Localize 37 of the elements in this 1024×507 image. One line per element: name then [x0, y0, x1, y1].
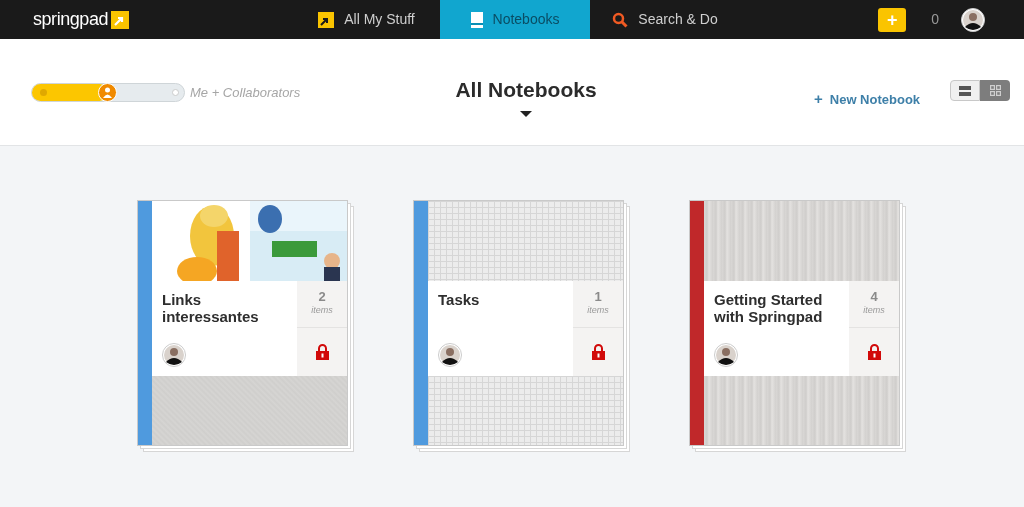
- notebook-title: Getting Started with Springpad: [714, 291, 824, 325]
- new-notebook-link[interactable]: + New Notebook: [814, 88, 921, 111]
- view-toggle-button[interactable]: [980, 80, 1011, 101]
- avatar-icon: [714, 343, 738, 367]
- search-icon: [612, 11, 629, 28]
- notification-count[interactable]: 0: [931, 9, 939, 30]
- list-view-icon: [959, 85, 972, 96]
- item-count: 2: [318, 290, 326, 305]
- arrow-square-icon: [318, 11, 335, 28]
- slider-thumb[interactable]: [98, 83, 117, 103]
- dropdown-caret-icon[interactable]: [520, 110, 532, 117]
- logo-icon: [111, 10, 129, 29]
- avatar-icon: [438, 343, 462, 367]
- page-heading: All Notebooks: [455, 77, 597, 103]
- item-count: 4: [870, 290, 878, 305]
- grid-view-icon: [989, 85, 1001, 96]
- lock-icon[interactable]: [867, 344, 881, 360]
- item-count: 1: [594, 290, 602, 305]
- view-toggle-button[interactable]: [950, 80, 981, 101]
- item-count-label: items: [587, 304, 609, 318]
- slider[interactable]: [31, 83, 185, 103]
- item-count-label: items: [863, 304, 885, 318]
- notebook-title: Links interessantes: [162, 291, 260, 325]
- logo-text: springpad: [33, 8, 108, 31]
- avatar-icon: [162, 343, 186, 367]
- notebook-card[interactable]: Tasks 1 items: [413, 200, 624, 446]
- nav-tab[interactable]: Search & Do: [590, 0, 740, 39]
- lock-icon[interactable]: [591, 344, 605, 360]
- notebook-title: Tasks: [438, 291, 481, 308]
- profile-avatar-icon: [961, 7, 985, 32]
- notebook-icon: [470, 11, 483, 28]
- item-count-label: items: [311, 304, 333, 318]
- notebook-card[interactable]: Links interessantes 2 items: [137, 200, 348, 446]
- lock-icon[interactable]: [315, 344, 329, 360]
- nav-tab[interactable]: All My Stuff: [293, 0, 440, 39]
- slider-label: Me + Collaborators: [190, 84, 301, 102]
- notebook-card[interactable]: Getting Started with Springpad 4 items: [689, 200, 900, 446]
